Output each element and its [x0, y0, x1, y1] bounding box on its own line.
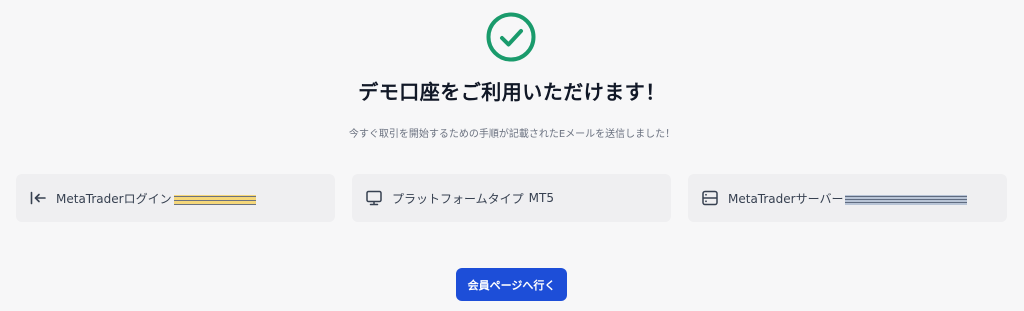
card-label-platform: プラットフォームタイプ	[392, 191, 524, 206]
masked-server-value	[845, 194, 968, 205]
masked-login-value	[173, 194, 256, 205]
card-label-server: MetaTraderサーバー	[728, 191, 844, 206]
login-arrow-icon	[30, 191, 46, 205]
server-icon	[702, 190, 718, 206]
card-label-login: MetaTraderログイン	[56, 191, 172, 206]
page-title: デモ口座をご利用いただけます！	[358, 80, 666, 104]
card-metatrader-server: MetaTraderサーバー	[688, 174, 1007, 222]
card-value-platform: MT5	[528, 191, 554, 205]
card-platform-type: プラットフォームタイプ MT5	[352, 174, 671, 222]
check-circle-icon	[486, 12, 536, 62]
member-page-button[interactable]: 会員ページへ行く	[456, 268, 567, 301]
page-subtitle: 今すぐ取引を開始するための手順が記載されたEメールを送信しました！	[348, 129, 676, 140]
card-metatrader-login: MetaTraderログイン	[16, 174, 335, 222]
monitor-icon	[366, 190, 382, 206]
